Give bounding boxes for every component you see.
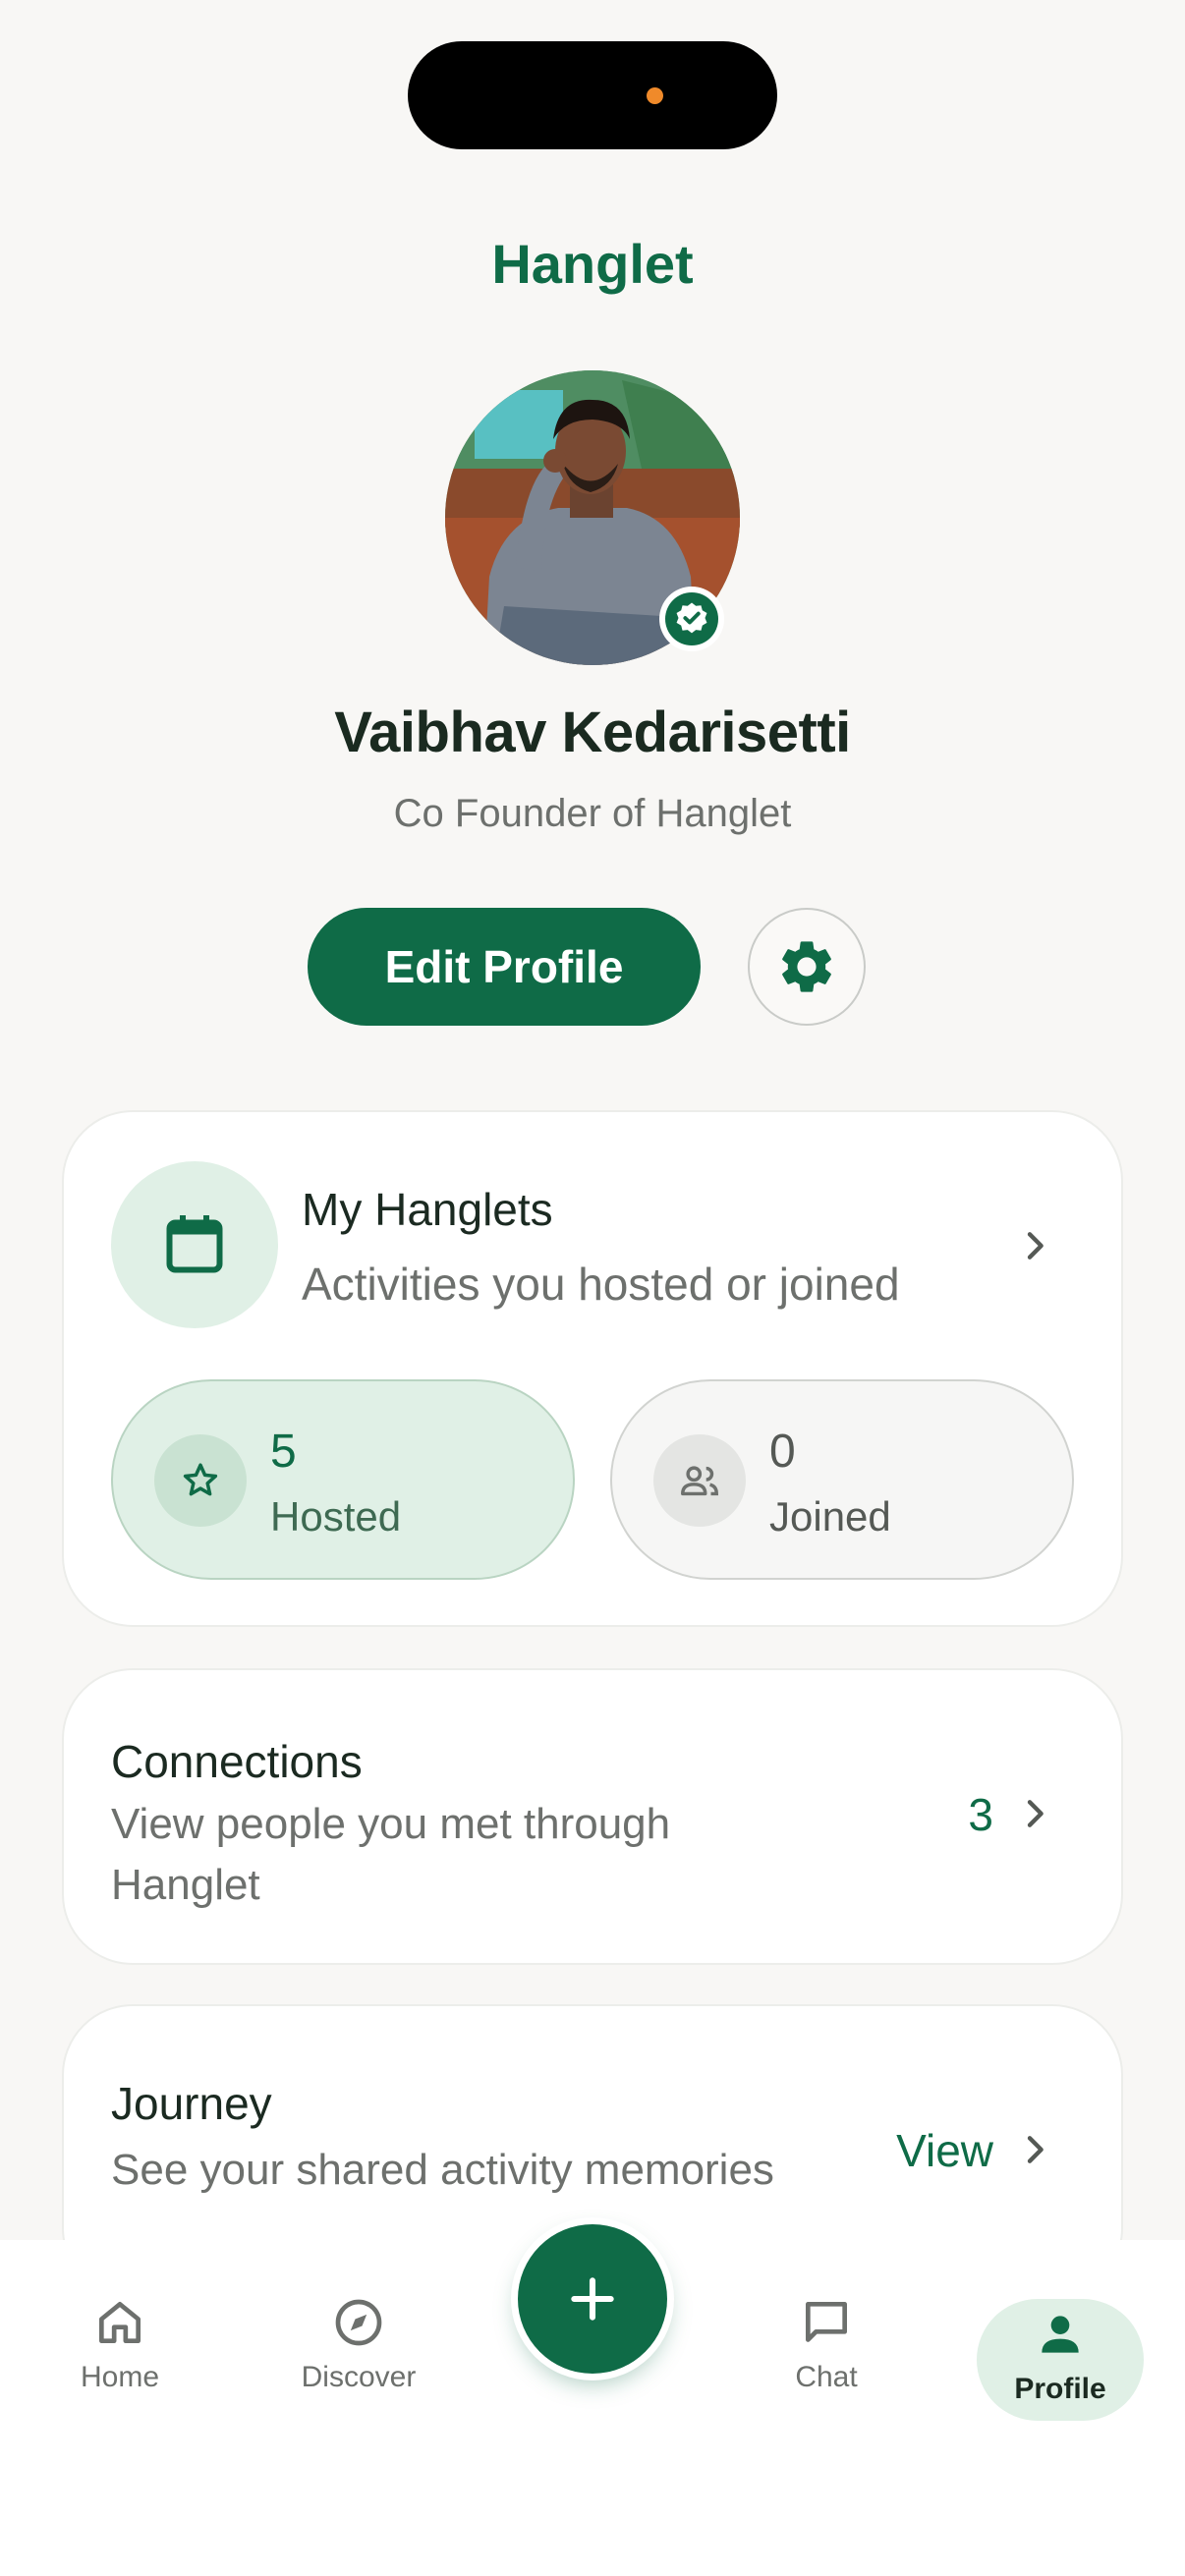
person-icon	[1042, 2316, 1079, 2353]
connections-card[interactable]: Connections View people you met through …	[62, 1668, 1123, 1965]
people-icon	[681, 1466, 718, 1496]
calendar-icon	[166, 1215, 223, 1273]
hosted-label: Hosted	[270, 1493, 402, 1540]
plus-icon	[571, 2277, 614, 2321]
journey-title: Journey	[111, 2078, 272, 2129]
create-button[interactable]	[518, 2224, 667, 2374]
nav-profile[interactable]: Profile	[977, 2299, 1144, 2421]
my-hanglets-card[interactable]: My Hanglets Activities you hosted or joi…	[62, 1110, 1123, 1627]
nav-chat-label: Chat	[795, 2361, 858, 2393]
nav-home-label: Home	[80, 2361, 160, 2393]
nav-home[interactable]: Home	[36, 2295, 203, 2394]
chevron-right-icon	[1027, 2136, 1044, 2163]
profile-name: Vaibhav Kedarisetti	[334, 700, 851, 764]
chat-icon	[806, 2302, 847, 2342]
people-badge	[653, 1434, 746, 1527]
joined-count: 0	[769, 1426, 796, 1478]
my-hanglets-title: My Hanglets	[302, 1184, 553, 1235]
connections-title: Connections	[111, 1736, 363, 1787]
profile-bio: Co Founder of Hanglet	[393, 792, 792, 835]
star-badge	[154, 1434, 247, 1527]
nav-profile-label: Profile	[1014, 2373, 1106, 2405]
edit-profile-button[interactable]: Edit Profile	[308, 908, 701, 1026]
camera-island	[408, 41, 777, 149]
gear-icon	[782, 941, 831, 992]
verified-badge	[659, 587, 724, 651]
app-title: Hanglet	[491, 233, 694, 295]
calendar-badge	[111, 1161, 278, 1328]
connections-subtitle: View people you met through Hanglet	[111, 1800, 671, 1909]
compass-icon	[335, 2299, 382, 2346]
my-hanglets-subtitle: Activities you hosted or joined	[302, 1259, 900, 1310]
joined-stat[interactable]: 0 Joined	[610, 1379, 1074, 1580]
chevron-right-icon	[1027, 1232, 1044, 1260]
verified-icon	[676, 602, 707, 634]
journey-view-link[interactable]: View	[896, 2124, 993, 2177]
journey-subtitle: See your shared activity memories	[111, 2146, 774, 2194]
camera-dot	[647, 87, 663, 104]
connections-count: 3	[968, 1789, 993, 1840]
hosted-count: 5	[270, 1426, 297, 1478]
joined-label: Joined	[769, 1493, 891, 1540]
nav-discover-label: Discover	[301, 2361, 417, 2393]
home-icon	[99, 2302, 141, 2343]
settings-button[interactable]	[748, 908, 866, 1026]
nav-chat[interactable]: Chat	[743, 2295, 910, 2394]
chevron-right-icon	[1027, 1800, 1044, 1827]
star-icon	[183, 1463, 218, 1496]
hosted-stat[interactable]: 5 Hosted	[111, 1379, 575, 1580]
nav-discover[interactable]: Discover	[275, 2295, 442, 2394]
